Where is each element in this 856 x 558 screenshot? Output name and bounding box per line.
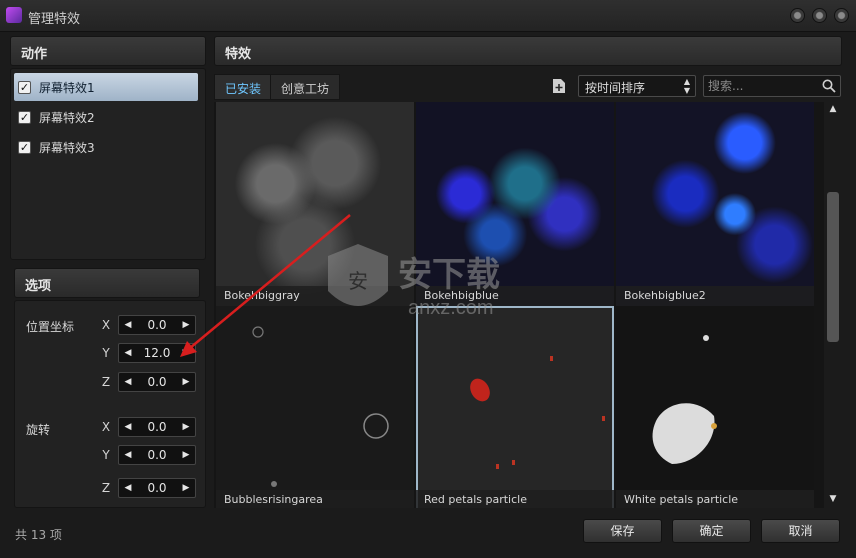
cancel-button[interactable]: 取消 — [761, 519, 840, 543]
save-button[interactable]: 保存 — [583, 519, 662, 543]
item-count: 共 13 项 — [15, 528, 62, 542]
annotation-arrow — [180, 214, 351, 357]
ok-button[interactable]: 确定 — [672, 519, 751, 543]
